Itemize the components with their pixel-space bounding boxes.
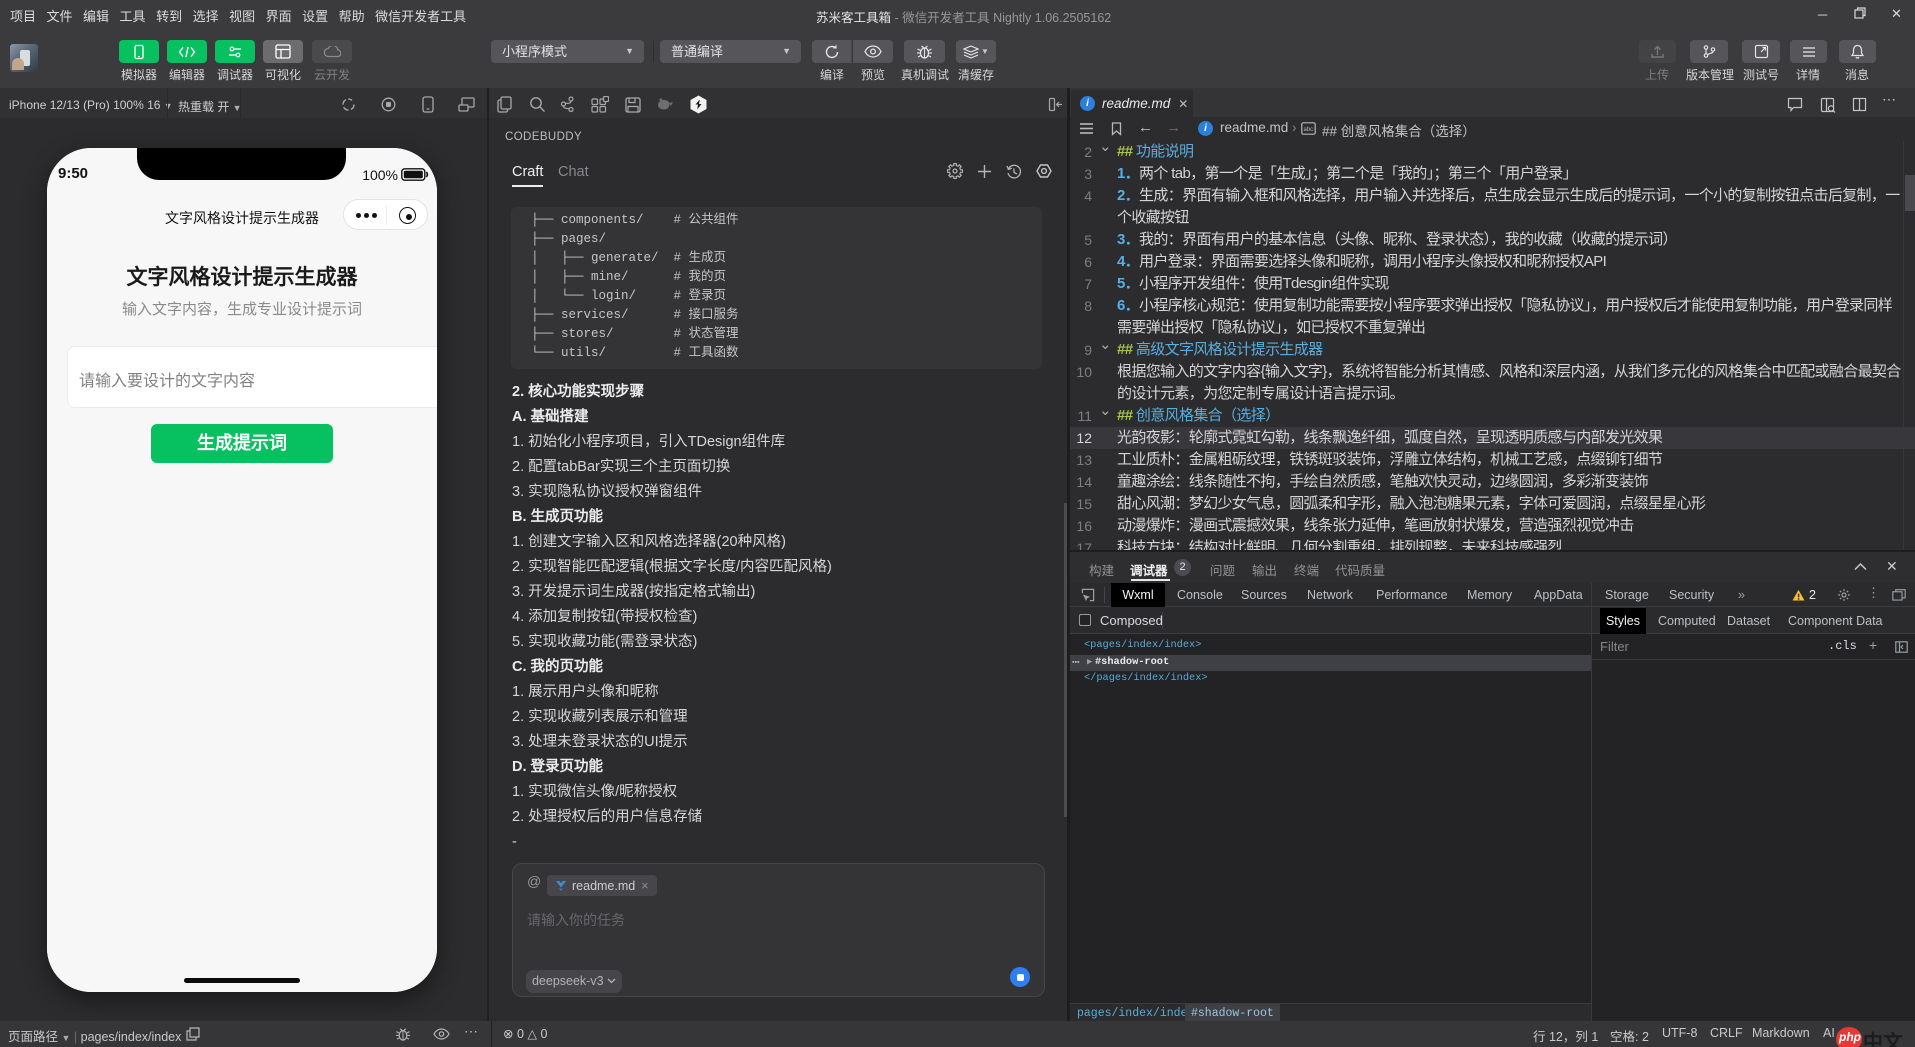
svg-text:abc: abc [1304, 127, 1314, 133]
